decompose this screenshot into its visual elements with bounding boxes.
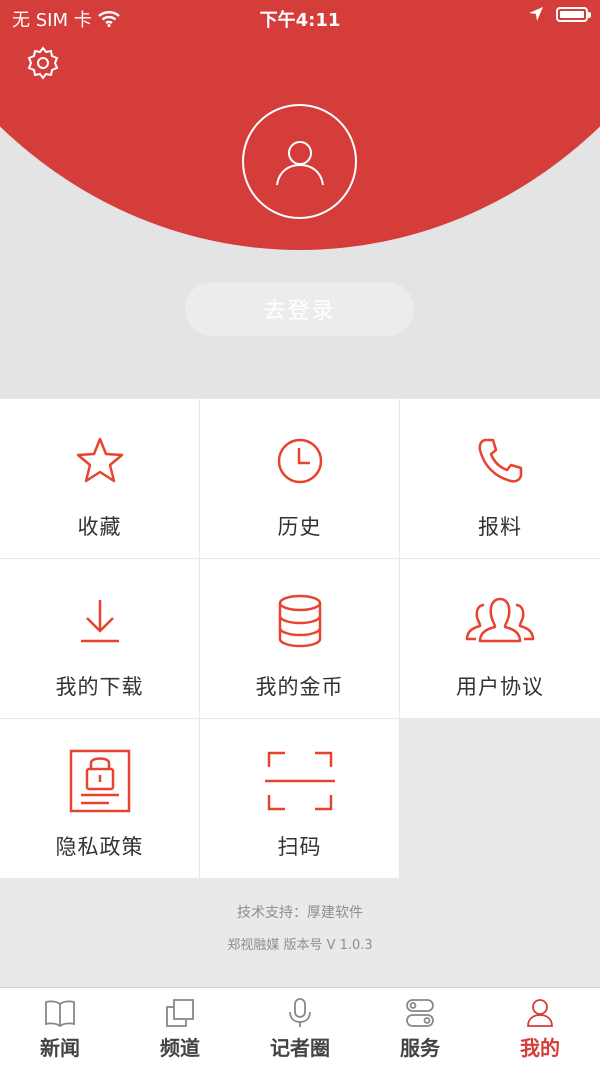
status-bar: 无 SIM 卡 下午4:11 (0, 0, 600, 34)
person-icon (527, 999, 553, 1027)
tab-label: 频道 (160, 1036, 200, 1060)
scan-icon (264, 751, 335, 811)
menu-item-label: 隐私政策 (55, 835, 144, 859)
menu-item-history[interactable]: 历史 (200, 399, 399, 558)
users-icon (465, 597, 535, 643)
gear-icon (27, 46, 59, 80)
tab-services[interactable]: 服务 (360, 988, 480, 1068)
menu-item-report[interactable]: 报料 (400, 399, 600, 558)
channel-icon (166, 999, 194, 1027)
tab-bar: 新闻 频道 记者圈 服务 我的 (0, 987, 600, 1068)
menu-item-label: 用户协议 (456, 675, 544, 699)
avatar[interactable] (242, 104, 357, 219)
tab-mine[interactable]: 我的 (480, 988, 600, 1068)
login-button[interactable]: 去登录 (185, 282, 414, 336)
location-arrow-icon (529, 7, 543, 21)
menu-grid: 收藏 历史 报料 我的下载 我的金币 用户协议 隐私政策 扫码 (0, 399, 600, 879)
menu-item-label: 报料 (478, 515, 522, 539)
menu-item-scan[interactable]: 扫码 (200, 719, 399, 878)
phone-icon (478, 438, 523, 483)
menu-item-agreement[interactable]: 用户协议 (400, 559, 600, 718)
privacy-lock-icon (69, 749, 130, 813)
menu-item-label: 我的金币 (255, 675, 344, 699)
menu-item-label: 扫码 (277, 835, 322, 859)
download-icon (80, 600, 119, 643)
profile-header: 去登录 (0, 0, 600, 398)
menu-item-label: 收藏 (77, 515, 122, 539)
tab-label: 新闻 (40, 1036, 80, 1060)
status-time: 下午4:11 (259, 10, 341, 31)
star-icon (76, 437, 123, 483)
menu-item-label: 我的下载 (55, 675, 144, 699)
menu-item-coins[interactable]: 我的金币 (200, 559, 399, 718)
menu-item-downloads[interactable]: 我的下载 (0, 559, 199, 718)
tab-reporters[interactable]: 记者圈 (240, 988, 360, 1068)
book-icon (45, 1000, 75, 1028)
clock-icon (277, 438, 322, 484)
tab-label: 服务 (400, 1036, 440, 1060)
tab-channels[interactable]: 频道 (120, 988, 240, 1068)
service-icon (406, 999, 434, 1027)
support-text: 技术支持：厚建软件 (237, 905, 363, 921)
microphone-icon (289, 998, 311, 1027)
menu-item-privacy[interactable]: 隐私政策 (0, 719, 199, 878)
battery-icon (556, 6, 591, 22)
tab-label: 我的 (520, 1036, 560, 1060)
menu-item-label: 历史 (277, 515, 322, 539)
person-icon (275, 140, 324, 185)
menu-item-favorites[interactable]: 收藏 (0, 399, 199, 558)
version-text: 郑视融媒 版本号 V 1.0.3 (227, 938, 373, 953)
tab-news[interactable]: 新闻 (0, 988, 120, 1068)
tab-label: 记者圈 (270, 1036, 330, 1060)
coin-stack-icon (278, 594, 321, 648)
settings-button[interactable] (24, 44, 62, 82)
